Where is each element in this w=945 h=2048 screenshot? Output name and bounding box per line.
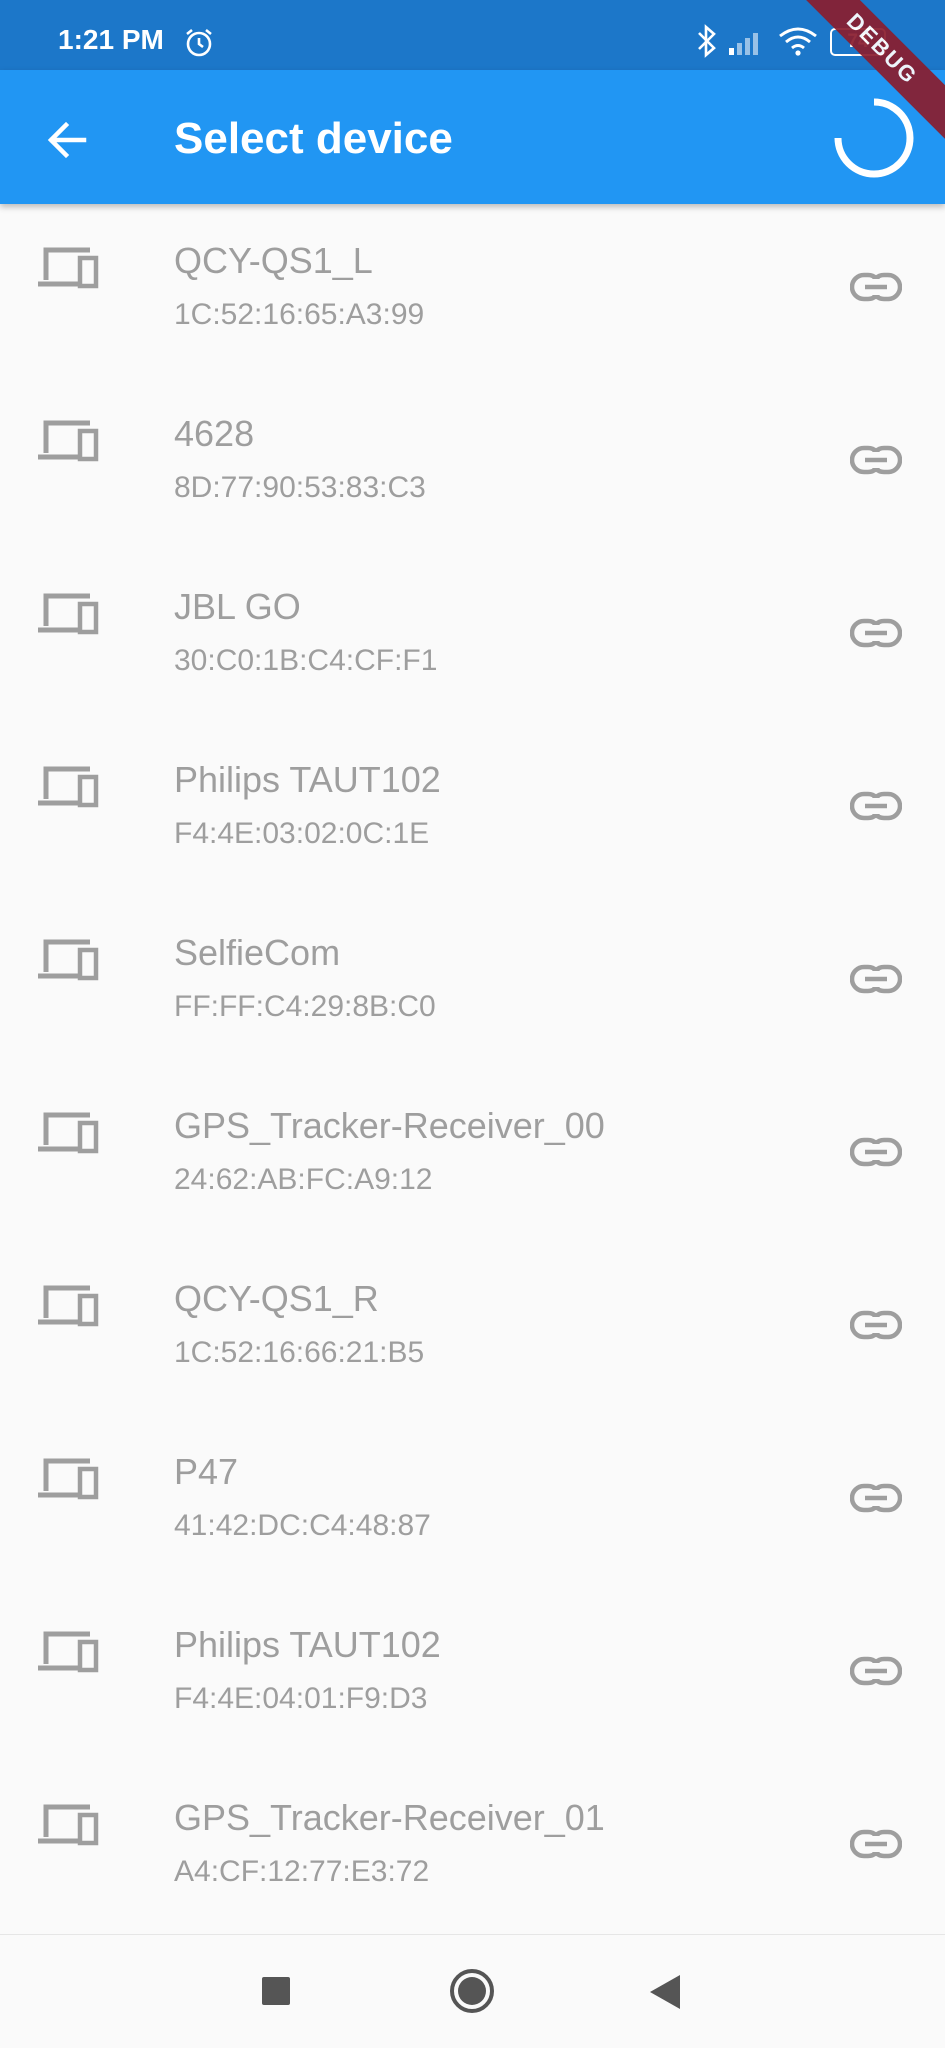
device-list-item[interactable]: SelfieCom FF:FF:C4:29:8B:C0 (0, 896, 945, 1069)
devices-icon (38, 247, 99, 289)
device-name: GPS_Tracker-Receiver_01 (174, 1797, 605, 1838)
devices-icon (38, 1631, 99, 1673)
device-name: JBL GO (174, 586, 301, 627)
device-address: 24:62:AB:FC:A9:12 (174, 1163, 433, 1196)
device-name: P47 (174, 1451, 239, 1492)
back-arrow-icon[interactable] (40, 112, 96, 168)
device-address: 1C:52:16:65:A3:99 (174, 298, 425, 331)
signal-icon (729, 33, 758, 55)
device-list-item[interactable]: JBL GO 30:C0:1B:C4:CF:F1 (0, 550, 945, 723)
device-list-item[interactable]: Philips TAUT102 F4:4E:03:02:0C:1E (0, 723, 945, 896)
devices-icon (38, 766, 99, 808)
progress-spinner-icon (834, 98, 914, 178)
app-bar: Select device (0, 70, 945, 204)
device-address: 1C:52:16:66:21:B5 (174, 1336, 425, 1369)
device-address: F4:4E:04:01:F9:D3 (174, 1682, 428, 1715)
devices-icon (38, 1804, 99, 1846)
device-name: QCY-QS1_R (174, 1278, 379, 1319)
link-icon[interactable] (850, 270, 902, 304)
device-list: QCY-QS1_L 1C:52:16:65:A3:99 4628 8D:77:9… (0, 204, 945, 1934)
device-name: 4628 (174, 413, 255, 454)
device-name: GPS_Tracker-Receiver_00 (174, 1105, 605, 1146)
link-icon[interactable] (850, 1308, 902, 1342)
system-nav-bar (0, 1934, 945, 2048)
status-bar: 1:21 PM 74 (0, 0, 945, 70)
recents-square-icon[interactable] (262, 1977, 290, 2005)
back-triangle-icon[interactable] (648, 1973, 682, 2011)
devices-icon (38, 420, 99, 462)
link-icon[interactable] (850, 616, 902, 650)
link-icon[interactable] (850, 1827, 902, 1861)
device-list-item[interactable]: 4628 8D:77:90:53:83:C3 (0, 377, 945, 550)
device-list-item[interactable]: P47 41:42:DC:C4:48:87 (0, 1415, 945, 1588)
link-icon[interactable] (850, 789, 902, 823)
link-icon[interactable] (850, 443, 902, 477)
status-time: 1:21 PM (58, 24, 164, 55)
device-name: SelfieCom (174, 932, 341, 973)
bluetooth-icon (698, 24, 716, 58)
link-icon[interactable] (850, 1654, 902, 1688)
alarm-icon (186, 28, 212, 57)
devices-icon (38, 939, 99, 981)
link-icon[interactable] (850, 962, 902, 996)
device-address: 41:42:DC:C4:48:87 (174, 1509, 431, 1542)
link-icon[interactable] (850, 1481, 902, 1515)
device-list-item[interactable]: GPS_Tracker-Receiver_01 A4:CF:12:77:E3:7… (0, 1761, 945, 1934)
device-address: F4:4E:03:02:0C:1E (174, 817, 430, 850)
device-address: FF:FF:C4:29:8B:C0 (174, 990, 436, 1023)
page-title: Select device (174, 114, 453, 163)
devices-icon (38, 1285, 99, 1327)
device-address: 8D:77:90:53:83:C3 (174, 471, 426, 504)
device-address: A4:CF:12:77:E3:72 (174, 1855, 430, 1888)
device-name: Philips TAUT102 (174, 759, 441, 800)
devices-icon (38, 1112, 99, 1154)
device-list-item[interactable]: Philips TAUT102 F4:4E:04:01:F9:D3 (0, 1588, 945, 1761)
device-address: 30:C0:1B:C4:CF:F1 (174, 644, 438, 677)
wifi-icon (779, 27, 817, 56)
device-name: Philips TAUT102 (174, 1624, 441, 1665)
device-list-item[interactable]: QCY-QS1_R 1C:52:16:66:21:B5 (0, 1242, 945, 1415)
devices-icon (38, 593, 99, 635)
device-name: QCY-QS1_L (174, 240, 373, 281)
device-list-item[interactable]: GPS_Tracker-Receiver_00 24:62:AB:FC:A9:1… (0, 1069, 945, 1242)
home-circle-icon[interactable] (448, 1967, 496, 2015)
device-list-item[interactable]: QCY-QS1_L 1C:52:16:65:A3:99 (0, 204, 945, 377)
devices-icon (38, 1458, 99, 1500)
link-icon[interactable] (850, 1135, 902, 1169)
